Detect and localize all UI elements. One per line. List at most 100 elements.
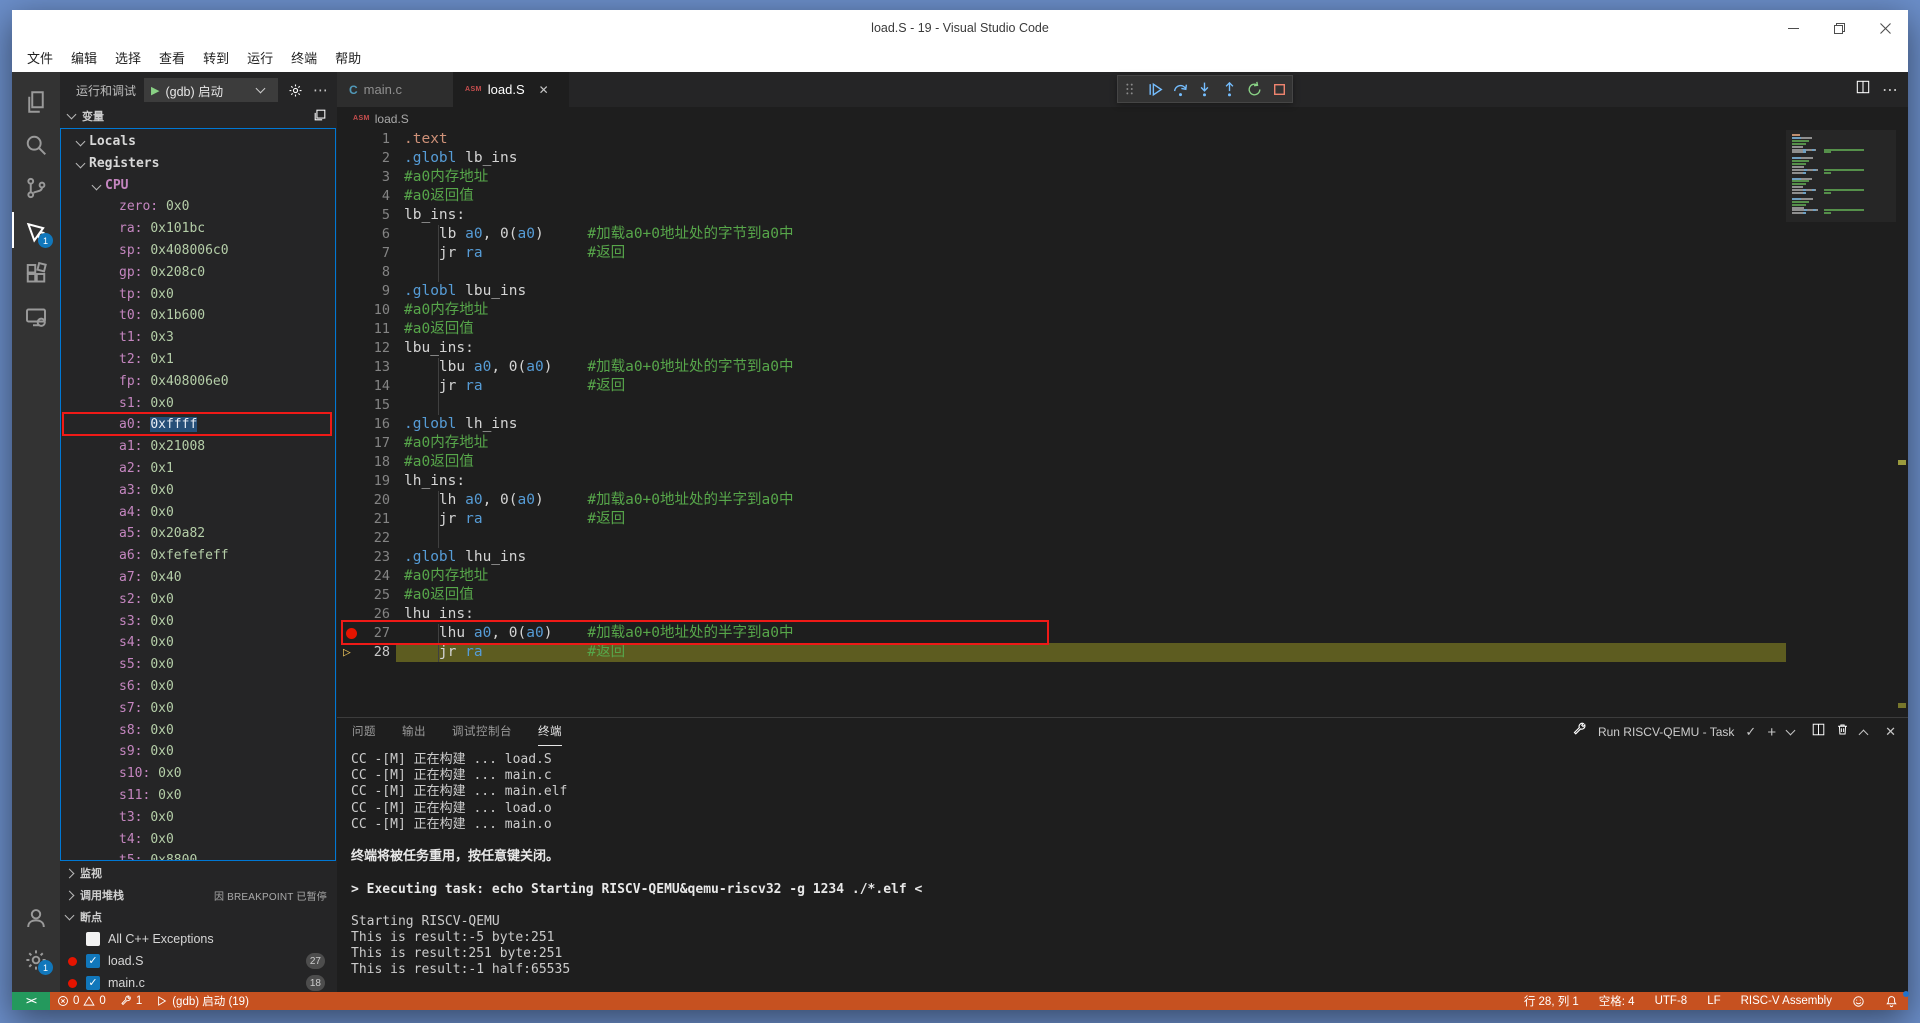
breakpoint-checkbox[interactable]: ✓: [86, 954, 100, 968]
code-line[interactable]: 8: [337, 263, 1786, 282]
code-text[interactable]: .globl lhu_ins: [404, 548, 526, 567]
problems-status[interactable]: 0 0: [50, 992, 113, 1010]
code-line[interactable]: 3#a0内存地址: [337, 168, 1786, 187]
panel-tab-问题[interactable]: 问题: [352, 718, 376, 746]
settings-button[interactable]: [12, 938, 60, 981]
code-text[interactable]: #a0内存地址: [404, 301, 488, 320]
code-line[interactable]: 2.globl lb_ins: [337, 149, 1786, 168]
code-line[interactable]: 1.text: [337, 130, 1786, 149]
editor-gutter[interactable]: 6: [337, 225, 404, 244]
code-line[interactable]: 6 lb a0, 0(a0) #加载a0+0地址处的字节到a0中: [337, 225, 1786, 244]
register-row[interactable]: t1: 0x3: [61, 327, 335, 349]
sidebar-item-search[interactable]: [12, 123, 60, 166]
split-editor-icon[interactable]: [1856, 80, 1870, 99]
editor-gutter[interactable]: 18: [337, 453, 404, 472]
status-item[interactable]: 空格: 4: [1589, 992, 1645, 1010]
sidebar-item-run-debug[interactable]: [12, 209, 60, 252]
editor-gutter[interactable]: 11: [337, 320, 404, 339]
split-terminal-icon[interactable]: [1812, 723, 1825, 741]
sidebar-item-explorer[interactable]: [12, 80, 60, 123]
code-line[interactable]: 11#a0返回值: [337, 320, 1786, 339]
launch-config-dropdown[interactable]: ▶ (gdb) 启动: [144, 78, 278, 102]
toolbar-drag-handle[interactable]: [1119, 78, 1141, 100]
overview-ruler[interactable]: [1896, 130, 1908, 716]
step-out-button[interactable]: [1219, 78, 1241, 100]
register-row[interactable]: a2: 0x1: [61, 458, 335, 480]
code-text[interactable]: lhu_ins:: [404, 605, 474, 624]
editor-gutter[interactable]: 15: [337, 396, 404, 415]
register-row[interactable]: a4: 0x0: [61, 502, 335, 524]
code-text[interactable]: lh a0, 0(a0) #加载a0+0地址处的半字到a0中: [404, 491, 793, 510]
register-row[interactable]: t3: 0x0: [61, 807, 335, 829]
register-row[interactable]: t2: 0x1: [61, 349, 335, 371]
editor-gutter[interactable]: 12: [337, 339, 404, 358]
menu-item-选择[interactable]: 选择: [106, 46, 150, 72]
code-line[interactable]: 7 jr ra #返回: [337, 244, 1786, 263]
register-row[interactable]: s7: 0x0: [61, 698, 335, 720]
status-item[interactable]: UTF-8: [1645, 992, 1698, 1010]
tab-load-s[interactable]: ASM load.S ✕: [453, 72, 569, 107]
code-line[interactable]: ▷28 jr ra #返回: [337, 643, 1786, 662]
register-row[interactable]: a3: 0x0: [61, 480, 335, 502]
editor-gutter[interactable]: 24: [337, 567, 404, 586]
breakpoint-checkbox[interactable]: ✓: [86, 976, 100, 990]
tree-group-Registers[interactable]: Registers: [61, 153, 335, 175]
register-row[interactable]: tp: 0x0: [61, 284, 335, 306]
editor-gutter[interactable]: 17: [337, 434, 404, 453]
register-row[interactable]: t4: 0x0: [61, 829, 335, 851]
code-text[interactable]: lbu a0, 0(a0) #加载a0+0地址处的字节到a0中: [404, 358, 793, 377]
remote-indicator[interactable]: ><: [12, 992, 50, 1010]
sidebar-item-source-control[interactable]: [12, 166, 60, 209]
start-debug-icon[interactable]: ▶: [151, 84, 159, 97]
register-row[interactable]: s10: 0x0: [61, 763, 335, 785]
breadcrumb[interactable]: ASM load.S: [337, 107, 1908, 130]
code-text[interactable]: lhu a0, 0(a0) #加载a0+0地址处的半字到a0中: [404, 624, 793, 643]
code-line[interactable]: 21 jr ra #返回: [337, 510, 1786, 529]
continue-button[interactable]: [1144, 78, 1166, 100]
close-button[interactable]: [1862, 10, 1908, 46]
code-text[interactable]: .globl lbu_ins: [404, 282, 526, 301]
register-row[interactable]: fp: 0x408006e0: [61, 371, 335, 393]
editor-gutter[interactable]: 2: [337, 149, 404, 168]
menu-item-查看[interactable]: 查看: [150, 46, 194, 72]
notifications-button[interactable]: [1875, 992, 1908, 1010]
register-row[interactable]: s9: 0x0: [61, 741, 335, 763]
code-text[interactable]: #a0内存地址: [404, 168, 488, 187]
tree-group-CPU[interactable]: CPU: [61, 175, 335, 197]
code-line[interactable]: 9.globl lbu_ins: [337, 282, 1786, 301]
code-text[interactable]: #a0返回值: [404, 320, 474, 339]
more-actions-icon[interactable]: ⋯: [313, 81, 328, 99]
status-item[interactable]: RISC-V Assembly: [1731, 992, 1842, 1010]
editor-gutter[interactable]: 3: [337, 168, 404, 187]
panel-icon[interactable]: [313, 108, 327, 125]
editor-gutter[interactable]: 19: [337, 472, 404, 491]
account-button[interactable]: [12, 896, 60, 939]
breadcrumb-file[interactable]: load.S: [375, 112, 409, 126]
restart-button[interactable]: [1244, 78, 1266, 100]
code-line[interactable]: 10#a0内存地址: [337, 301, 1786, 320]
register-row[interactable]: a1: 0x21008: [61, 436, 335, 458]
variables-section-header[interactable]: 变量: [60, 104, 337, 128]
register-row[interactable]: s6: 0x0: [61, 676, 335, 698]
running-tasks-status[interactable]: 1: [113, 992, 149, 1010]
kill-terminal-icon[interactable]: [1836, 723, 1849, 741]
code-text[interactable]: .text: [404, 130, 448, 149]
code-text[interactable]: #a0内存地址: [404, 434, 488, 453]
code-line[interactable]: 19lh_ins:: [337, 472, 1786, 491]
menu-item-转到[interactable]: 转到: [194, 46, 238, 72]
register-row[interactable]: t5: 0x8800: [61, 850, 335, 861]
code-line[interactable]: 20 lh a0, 0(a0) #加载a0+0地址处的半字到a0中: [337, 491, 1786, 510]
editor-gutter[interactable]: 5: [337, 206, 404, 225]
minimize-button[interactable]: [1770, 10, 1816, 46]
code-line[interactable]: 4#a0返回值: [337, 187, 1786, 206]
debug-settings-gear[interactable]: [288, 83, 303, 98]
code-line[interactable]: 17#a0内存地址: [337, 434, 1786, 453]
register-row[interactable]: gp: 0x208c0: [61, 262, 335, 284]
tree-group-Locals[interactable]: Locals: [61, 131, 335, 153]
editor-gutter[interactable]: 13: [337, 358, 404, 377]
maximize-panel-icon[interactable]: [1859, 729, 1869, 739]
register-row[interactable]: s2: 0x0: [61, 589, 335, 611]
editor-gutter[interactable]: 27: [337, 624, 404, 643]
status-item[interactable]: LF: [1697, 992, 1730, 1010]
watch-section-header[interactable]: 监视: [60, 862, 337, 884]
